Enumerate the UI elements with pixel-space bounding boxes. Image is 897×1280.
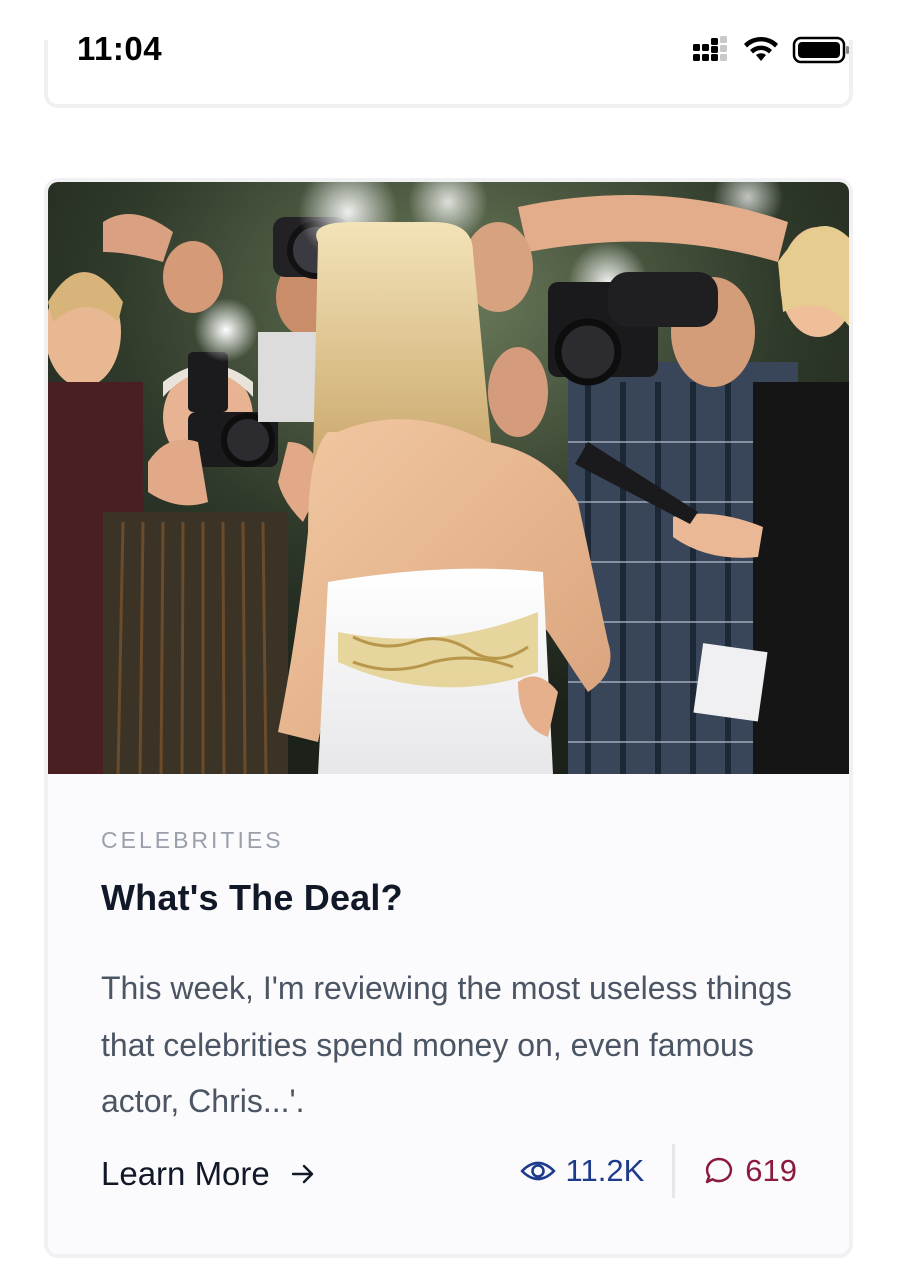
eye-icon <box>520 1161 555 1181</box>
views-count: 11.2K <box>520 1153 645 1189</box>
article-card[interactable]: CELEBRITIES What's The Deal? This week, … <box>44 178 853 1258</box>
article-excerpt: This week, I'm reviewing the most useles… <box>101 970 792 1119</box>
celebrity-photo-icon <box>48 182 849 774</box>
comment-icon <box>706 1157 733 1184</box>
views-value: 11.2K <box>565 1153 645 1188</box>
article-stats: 11.2K 619 <box>520 1144 797 1198</box>
article-card-body: CELEBRITIES What's The Deal? This week, … <box>48 774 849 1254</box>
comments-value: 619 <box>745 1153 797 1188</box>
stats-divider <box>672 1144 676 1198</box>
learn-more-label: Learn More <box>101 1155 270 1192</box>
learn-more-link[interactable]: Learn More <box>101 1154 316 1194</box>
article-title[interactable]: What's The Deal? <box>101 877 403 919</box>
previous-card-edge <box>44 40 853 108</box>
comments-count[interactable]: 619 <box>703 1153 797 1189</box>
article-category[interactable]: CELEBRITIES <box>101 827 284 854</box>
arrow-right-icon <box>291 1164 313 1184</box>
article-image[interactable] <box>48 182 849 774</box>
